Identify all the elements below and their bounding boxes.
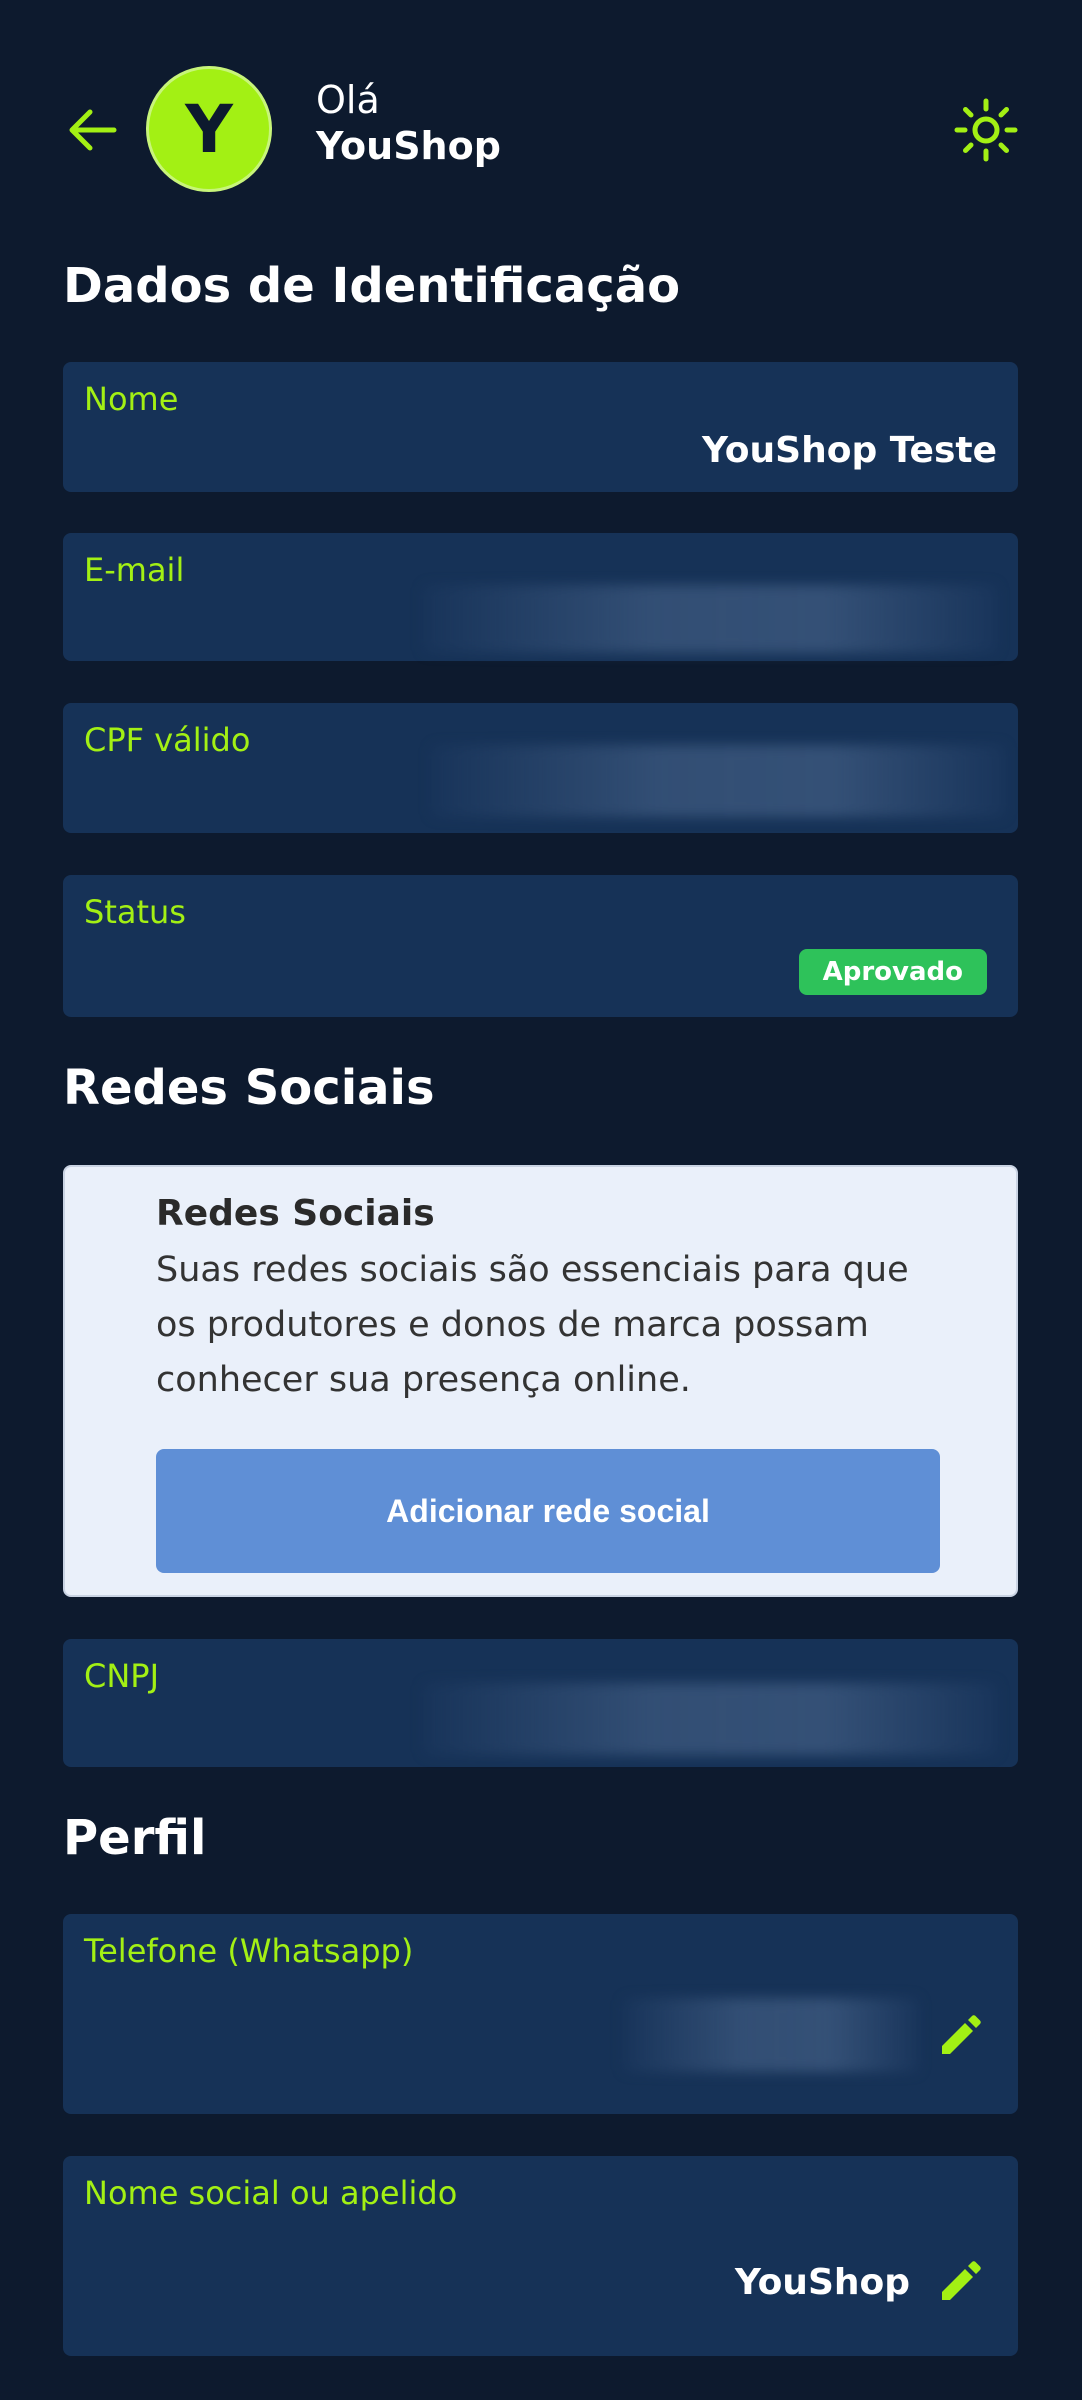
phone-label: Telefone (Whatsapp)	[84, 1932, 414, 1970]
pencil-icon	[942, 2015, 981, 2054]
greeting-text: Olá	[316, 78, 380, 122]
name-value: YouShop Teste	[702, 430, 997, 471]
edit-phone-button[interactable]	[932, 2008, 988, 2064]
phone-field: Telefone (Whatsapp)	[63, 1914, 1018, 2114]
cpf-label: CPF válido	[84, 721, 251, 759]
phone-value-redacted	[623, 1998, 919, 2072]
cpf-field: CPF válido	[63, 703, 1018, 833]
nickname-label: Nome social ou apelido	[84, 2174, 458, 2212]
cnpj-field: CNPJ	[63, 1639, 1018, 1767]
section-title-profile: Perfil	[63, 1810, 207, 1866]
status-field: Status Aprovado	[63, 875, 1018, 1017]
name-label: Nome	[84, 380, 179, 418]
nickname-value: YouShop	[734, 2262, 910, 2303]
pencil-icon	[942, 2261, 981, 2300]
header: Y Olá YouShop	[0, 0, 1082, 240]
section-title-identification: Dados de Identificação	[63, 258, 681, 314]
theme-toggle-button[interactable]	[950, 94, 1022, 166]
cpf-value-redacted	[431, 745, 1005, 817]
status-label: Status	[84, 893, 186, 931]
email-value-redacted	[423, 585, 997, 653]
email-field: E-mail	[63, 533, 1018, 661]
nickname-field: Nome social ou apelido YouShop	[63, 2156, 1018, 2356]
edit-nickname-button[interactable]	[932, 2254, 988, 2310]
greeting: Olá YouShop	[316, 78, 501, 169]
back-button[interactable]	[62, 100, 122, 160]
avatar: Y	[146, 66, 272, 192]
add-social-network-button[interactable]: Adicionar rede social	[156, 1449, 940, 1573]
cnpj-label: CNPJ	[84, 1657, 160, 1695]
status-badge: Aprovado	[798, 949, 987, 995]
sun-icon	[954, 98, 1018, 162]
section-title-social: Redes Sociais	[63, 1060, 435, 1116]
name-field: Nome YouShop Teste	[63, 362, 1018, 492]
social-card-title: Redes Sociais	[156, 1193, 435, 1234]
social-card-description: Suas redes sociais são essenciais para q…	[156, 1250, 909, 1400]
social-networks-card: Redes Sociais Suas redes sociais são ess…	[63, 1165, 1018, 1597]
cnpj-value-redacted	[423, 1683, 997, 1755]
email-label: E-mail	[84, 551, 185, 589]
user-name: YouShop	[316, 123, 501, 168]
arrow-left-icon	[69, 109, 117, 151]
